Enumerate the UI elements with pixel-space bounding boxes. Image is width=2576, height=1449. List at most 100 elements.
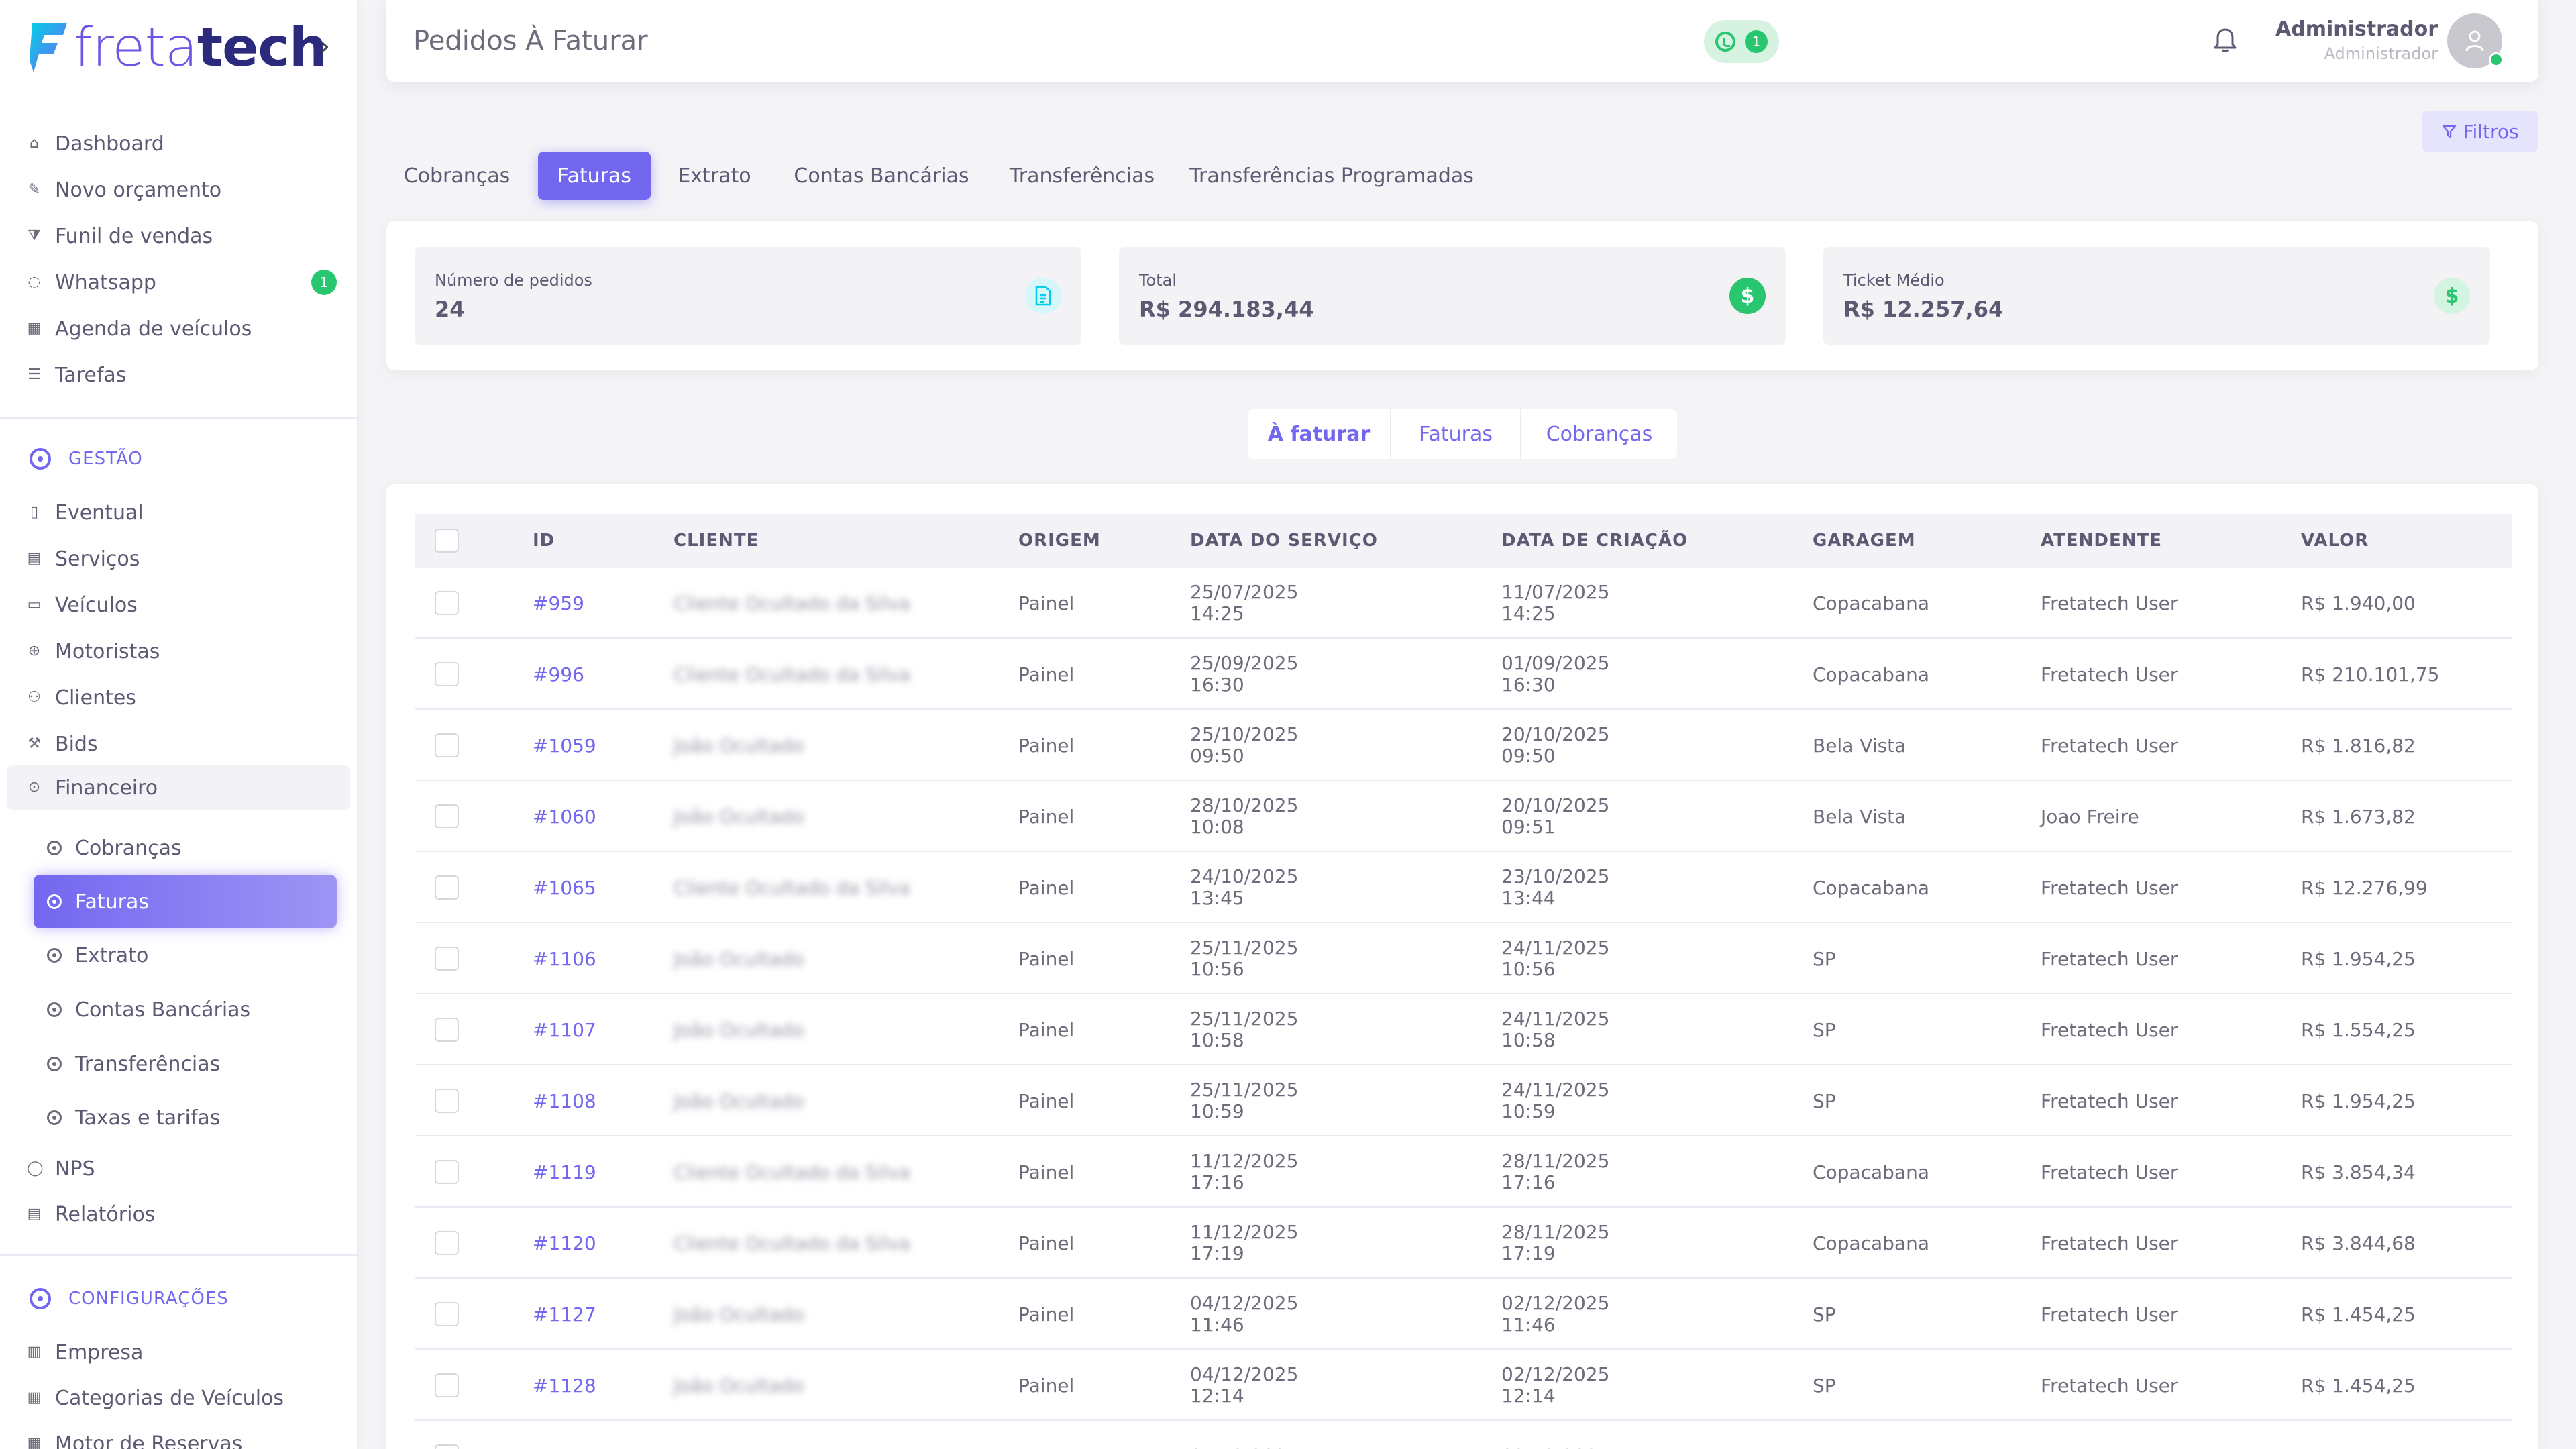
logo-mark-icon (30, 23, 67, 72)
order-id-link[interactable]: #1106 (533, 923, 596, 994)
tab-0[interactable]: Cobranças (393, 152, 521, 200)
sidebar-subitem-4[interactable]: Transferências (47, 1045, 220, 1083)
tab-1[interactable]: Faturas (538, 152, 651, 200)
order-id-link[interactable]: #1120 (533, 1208, 596, 1279)
sidebar-subitem-5[interactable]: Taxas e tarifas (47, 1099, 220, 1136)
table-row[interactable]: #1108 João Ocultado Painel 25/11/2025 10:59 2… (415, 1065, 2512, 1136)
order-id-link[interactable]: #1059 (533, 710, 596, 781)
data-servico-cell: 25/07/2025 14:25 (1190, 568, 1298, 639)
data-servico-cell: 04/12/2025 12:14 (1190, 1350, 1298, 1421)
fretatech-logo[interactable]: fretatech (28, 17, 327, 78)
table-row[interactable]: #1060 João Ocultado Painel 28/10/2025 10:08 2… (415, 781, 2512, 852)
user-name[interactable]: Administrador (2275, 17, 2438, 41)
row-checkbox[interactable] (435, 875, 459, 900)
subtab-a-faturar[interactable]: À faturar (1248, 409, 1391, 459)
table-row[interactable]: #1106 João Ocultado Painel 25/11/2025 10:56 2… (415, 923, 2512, 994)
row-checkbox[interactable] (435, 1231, 459, 1255)
table-row[interactable]: 04/12/2025 02/12/2025 (415, 1421, 2512, 1449)
order-id-link[interactable]: #1119 (533, 1136, 596, 1208)
sidebar-subitem-2[interactable]: Extrato (47, 936, 148, 974)
table-row[interactable]: #1120 Cliente Ocultado da Silva Painel 11/1… (415, 1208, 2512, 1279)
row-checkbox[interactable] (435, 1302, 459, 1326)
gavel-icon: ⚒ (28, 735, 41, 752)
row-checkbox[interactable] (435, 1160, 459, 1184)
table-row[interactable]: #959 Cliente Ocultado da Silva Painel 25/07… (415, 568, 2512, 639)
tab-4[interactable]: Transferências (997, 152, 1167, 200)
tab-5[interactable]: Transferências Programadas (1185, 152, 1479, 200)
sidebar-item-gestao-2[interactable]: ▭ Veículos (27, 586, 138, 624)
subtab-faturas[interactable]: Faturas (1391, 409, 1521, 459)
bell-icon[interactable] (2212, 27, 2238, 54)
row-checkbox[interactable] (435, 1089, 459, 1113)
row-checkbox[interactable] (435, 1444, 459, 1449)
sidebar-item-gestao-4[interactable]: ⚇ Clientes (27, 679, 136, 716)
column-header-data-criacao[interactable]: DATA DE CRIAÇÃO (1501, 514, 1688, 568)
row-checkbox[interactable] (435, 591, 459, 615)
column-header-origem[interactable]: ORIGEM (1018, 514, 1101, 568)
sidebar-item-5[interactable]: ☰ Tarefas (27, 356, 126, 394)
home-icon: ⌂ (30, 135, 39, 152)
filters-button[interactable]: Filtros (2422, 111, 2538, 152)
row-checkbox[interactable] (435, 947, 459, 971)
sidebar-subitem-faturas[interactable]: Faturas (34, 875, 337, 928)
sidebar-item-after-1[interactable]: ▤ Relatórios (27, 1195, 156, 1233)
sidebar-item-1[interactable]: ✎ Novo orçamento (27, 171, 221, 209)
table-row[interactable]: #1119 Cliente Ocultado da Silva Painel 11/1… (415, 1136, 2512, 1208)
nav-item-label: Veículos (55, 593, 138, 617)
sidebar-item-gestao-0[interactable]: ▯ Eventual (27, 494, 144, 531)
column-header-valor[interactable]: VALOR (2301, 514, 2369, 568)
valor-cell: R$ 210.101,75 (2301, 663, 2440, 686)
tab-2[interactable]: Extrato (657, 152, 771, 200)
nav-item-label: Eventual (55, 500, 144, 525)
online-status-dot (2489, 52, 2504, 67)
row-checkbox[interactable] (435, 804, 459, 828)
sidebar-subitem-3[interactable]: Contas Bancárias (47, 991, 250, 1028)
row-checkbox[interactable] (435, 1018, 459, 1042)
collapse-sidebar-chevron-icon[interactable]: › (319, 31, 330, 62)
sidebar-item-config-1[interactable]: ▦ Categorias de Veículos (27, 1379, 284, 1417)
order-id-link[interactable]: #1065 (533, 852, 596, 923)
tab-3[interactable]: Contas Bancárias (780, 152, 983, 200)
table-row[interactable]: #996 Cliente Ocultado da Silva Painel 25/09… (415, 639, 2512, 710)
table-row[interactable]: #1065 Cliente Ocultado da Silva Painel 24/1… (415, 852, 2512, 923)
data-servico-cell-date: 25/11/2025 (1190, 1008, 1299, 1030)
table-row[interactable]: #1107 João Ocultado Painel 25/11/2025 10:58 2… (415, 994, 2512, 1065)
table-row[interactable]: #1127 João Ocultado Painel 04/12/2025 11:46 0… (415, 1279, 2512, 1350)
order-id-link[interactable]: #959 (533, 568, 584, 639)
select-all-checkbox[interactable] (435, 529, 459, 553)
order-id-link[interactable]: #1127 (533, 1279, 596, 1350)
table-row[interactable]: #1059 João Ocultado Painel 25/10/2025 09:50 2… (415, 710, 2512, 781)
order-id-link[interactable]: #1107 (533, 994, 596, 1065)
sidebar-item-config-0[interactable]: ▥ Empresa (27, 1334, 144, 1371)
sidebar-item-gestao-3[interactable]: ⊕ Motoristas (27, 633, 160, 670)
row-checkbox[interactable] (435, 733, 459, 757)
sidebar-item-0[interactable]: ⌂ Dashboard (27, 125, 164, 162)
sidebar-item-gestao-5[interactable]: ⚒ Bids (27, 725, 97, 763)
data-criacao-cell-time: 10:58 (1501, 1029, 1556, 1051)
row-checkbox[interactable] (435, 1373, 459, 1397)
table-row[interactable]: #1128 João Ocultado Painel 04/12/2025 12:14 0… (415, 1350, 2512, 1421)
column-header-id[interactable]: ID (533, 514, 555, 568)
whatsapp-count-badge: 1 (1745, 30, 1768, 53)
row-checkbox[interactable] (435, 662, 459, 686)
column-header-data-servico[interactable]: DATA DO SERVIÇO (1190, 514, 1378, 568)
order-id-link[interactable]: #1108 (533, 1065, 596, 1136)
sidebar-item-gestao-1[interactable]: ▤ Serviços (27, 540, 140, 578)
column-header-garagem[interactable]: GARAGEM (1813, 514, 1916, 568)
sidebar-item-after-0[interactable]: ◯ NPS (27, 1150, 95, 1187)
subtab-cobrancas[interactable]: Cobranças (1521, 409, 1677, 459)
sidebar-item-2[interactable]: ⧩ Funil de vendas (27, 217, 213, 255)
order-id-link[interactable]: #1128 (533, 1350, 596, 1421)
sidebar-item-gestao-6[interactable]: ⊙ Financeiro (27, 769, 158, 806)
order-id-link[interactable]: #996 (533, 639, 584, 710)
column-header-cliente[interactable]: CLIENTE (674, 514, 759, 568)
sidebar-item-config-2[interactable]: ▦ Motor de Reservas (27, 1425, 243, 1449)
order-id-link[interactable]: #1060 (533, 781, 596, 852)
sidebar-subitem-0[interactable]: Cobranças (47, 829, 182, 867)
column-header-atendente[interactable]: ATENDENTE (2041, 514, 2162, 568)
whatsapp-notification-button[interactable]: 1 (1704, 20, 1779, 63)
avatar[interactable] (2447, 13, 2504, 68)
sidebar-item-4[interactable]: ▦ Agenda de veículos (27, 310, 252, 347)
sidebar-item-3[interactable]: ◌ Whatsapp (27, 264, 156, 301)
valor-cell: R$ 1.954,25 (2301, 947, 2416, 970)
